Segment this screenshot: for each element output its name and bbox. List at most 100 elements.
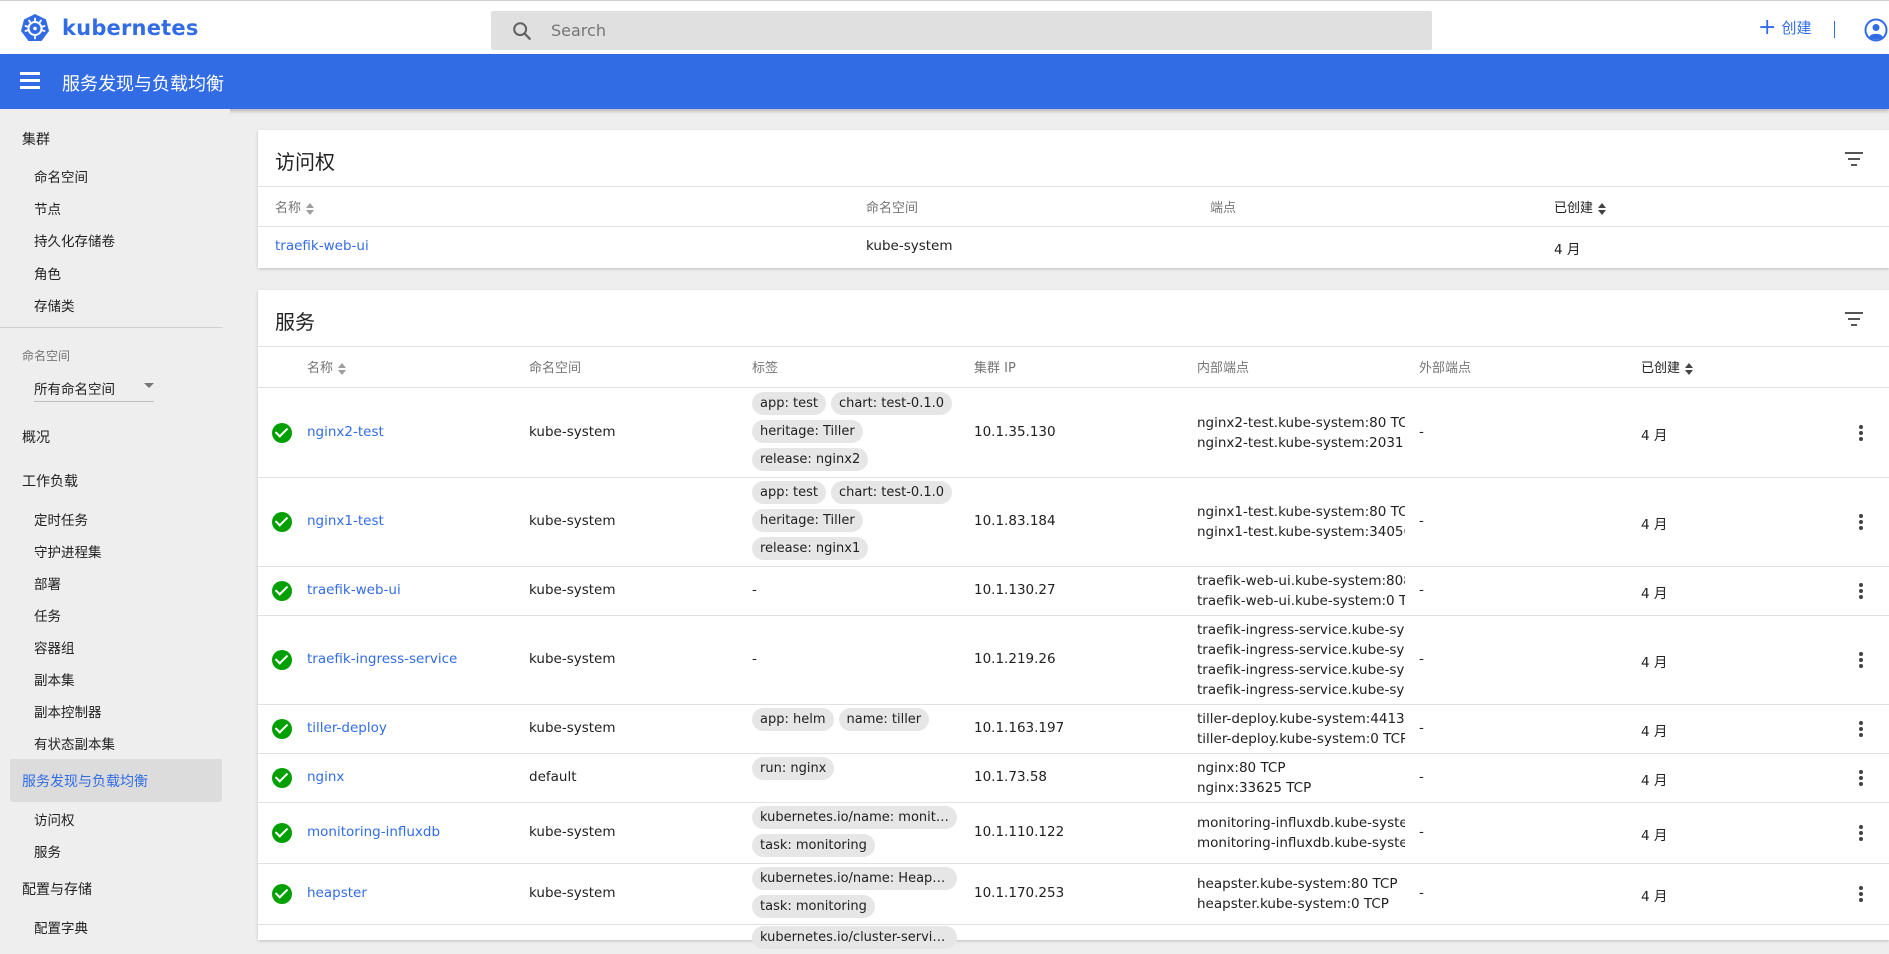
labels-cell: app: helm name: tiller bbox=[752, 708, 972, 736]
sidebar-section-discovery[interactable]: 服务发现与负载均衡 bbox=[22, 771, 148, 791]
internal-endpoints-cell: nginx:80 TCP nginx:33625 TCP bbox=[1197, 758, 1405, 798]
namespace-selector-label: 命名空间 bbox=[22, 349, 71, 363]
label-chip: kubernetes.io/name: monitoring-influxdb bbox=[752, 806, 957, 829]
more-vert-icon[interactable] bbox=[1859, 582, 1863, 599]
ingress-created: 4 月 bbox=[1554, 242, 1581, 258]
search-input[interactable] bbox=[551, 21, 1351, 40]
external-endpoints-cell: - bbox=[1419, 719, 1424, 736]
label-chip: release: nginx2 bbox=[752, 448, 869, 471]
column-header-name[interactable]: 名称 bbox=[307, 357, 347, 376]
sidebar-item-namespaces[interactable]: 命名空间 bbox=[34, 166, 88, 186]
sidebar-item-replication-controllers[interactable]: 副本控制器 bbox=[34, 701, 102, 721]
filter-icon[interactable] bbox=[1843, 312, 1865, 328]
internal-endpoints-cell: nginx2-test.kube-system:80 TCP nginx2-tes… bbox=[1197, 413, 1405, 453]
service-name-link[interactable]: monitoring-influxdb bbox=[307, 824, 440, 840]
sidebar-item-replica-sets[interactable]: 副本集 bbox=[34, 669, 75, 689]
sidebar-section-cluster[interactable]: 集群 bbox=[22, 129, 50, 149]
create-button[interactable]: + 创建 bbox=[1758, 14, 1811, 40]
divider bbox=[258, 226, 1889, 227]
more-vert-icon[interactable] bbox=[1859, 651, 1863, 668]
internal-endpoints-cell: nginx1-test.kube-system:80 TCP nginx1-tes… bbox=[1197, 502, 1405, 542]
labels-cell: app: test chart: test-0.1.0 heritage: Till… bbox=[752, 481, 972, 565]
sidebar-item-config-maps[interactable]: 配置字典 bbox=[34, 917, 88, 937]
sort-icon bbox=[1685, 362, 1694, 376]
sidebar-section-config-storage[interactable]: 配置与存储 bbox=[22, 879, 92, 899]
namespace-select-value: 所有命名空间 bbox=[34, 382, 115, 398]
service-namespace: kube-system bbox=[529, 823, 616, 840]
more-vert-icon[interactable] bbox=[1859, 824, 1863, 841]
sidebar-item-daemon-sets[interactable]: 守护进程集 bbox=[34, 541, 102, 561]
sidebar-item-deployments[interactable]: 部署 bbox=[34, 573, 61, 593]
internal-endpoints-cell: monitoring-influxdb.kube-system monitorin… bbox=[1197, 813, 1405, 853]
menu-icon[interactable] bbox=[20, 72, 42, 90]
sidebar-item-pods[interactable]: 容器组 bbox=[34, 637, 75, 657]
column-header-created[interactable]: 已创建 bbox=[1641, 357, 1694, 376]
service-created: 4 月 bbox=[1641, 723, 1668, 740]
label-chip: task: monitoring bbox=[752, 834, 875, 857]
sidebar-item-ingresses[interactable]: 访问权 bbox=[34, 809, 75, 829]
service-name-link[interactable]: traefik-ingress-service bbox=[307, 651, 457, 667]
sidebar-item-storage-classes[interactable]: 存储类 bbox=[34, 295, 75, 315]
labels-cell: kubernetes.io/name: Heapster task: monito… bbox=[752, 867, 972, 923]
sidebar-item-jobs[interactable]: 任务 bbox=[34, 605, 61, 625]
internal-endpoint: heapster.kube-system:0 TCP bbox=[1197, 895, 1389, 912]
service-name-link[interactable]: nginx2-test bbox=[307, 424, 384, 440]
label-chip: heritage: Tiller bbox=[752, 420, 863, 443]
column-header-name[interactable]: 名称 bbox=[275, 197, 315, 216]
ingress-name-link[interactable]: traefik-web-ui bbox=[275, 238, 369, 254]
more-vert-icon[interactable] bbox=[1859, 513, 1863, 530]
service-created: 4 月 bbox=[1641, 772, 1668, 789]
service-name-link[interactable]: tiller-deploy bbox=[307, 720, 387, 736]
ingress-card: 访问权 名称 命名空间 端点 已创建 traefik-web-ui kube-s… bbox=[258, 130, 1889, 268]
internal-endpoint: nginx:80 TCP bbox=[1197, 759, 1286, 776]
label-chip: kubernetes.io/name: Heapster bbox=[752, 867, 957, 890]
service-name-link[interactable]: traefik-web-ui bbox=[307, 582, 401, 598]
account-icon[interactable] bbox=[1864, 18, 1888, 42]
internal-endpoints-cell: tiller-deploy.kube-system:44134 TCP tille… bbox=[1197, 709, 1405, 749]
internal-endpoint: tiller-deploy.kube-system:0 TCP bbox=[1197, 730, 1405, 747]
external-endpoints-cell: - bbox=[1419, 768, 1424, 785]
service-cluster-ip: 10.1.83.184 bbox=[974, 512, 1056, 529]
sidebar-item-stateful-sets[interactable]: 有状态副本集 bbox=[34, 733, 115, 753]
sort-icon bbox=[306, 202, 315, 216]
sidebar-item-overview[interactable]: 概况 bbox=[22, 427, 50, 447]
label-chip: heritage: Tiller bbox=[752, 509, 863, 532]
sort-icon bbox=[1598, 202, 1607, 216]
plus-icon: + bbox=[1758, 14, 1777, 40]
internal-endpoint: traefik-ingress-service.kube-system bbox=[1197, 621, 1405, 638]
service-name-link[interactable]: nginx bbox=[307, 769, 344, 785]
check-circle-icon bbox=[272, 580, 292, 601]
service-name-link[interactable]: nginx1-test bbox=[307, 513, 384, 529]
toolbar-divider bbox=[1834, 21, 1835, 38]
sidebar-item-roles[interactable]: 角色 bbox=[34, 263, 61, 283]
divider bbox=[258, 346, 1889, 347]
page-title: 服务发现与负载均衡 bbox=[62, 74, 224, 95]
internal-endpoint: heapster.kube-system:80 TCP bbox=[1197, 875, 1398, 892]
more-vert-icon[interactable] bbox=[1859, 720, 1863, 737]
column-header-created[interactable]: 已创建 bbox=[1554, 197, 1607, 216]
service-cluster-ip: 10.1.163.197 bbox=[974, 719, 1065, 736]
more-vert-icon[interactable] bbox=[1859, 769, 1863, 786]
service-created: 4 月 bbox=[1641, 516, 1668, 533]
brand-logo[interactable]: kubernetes bbox=[20, 13, 199, 43]
external-endpoints-cell: - bbox=[1419, 823, 1424, 840]
filter-icon[interactable] bbox=[1843, 152, 1865, 168]
search-bar[interactable] bbox=[491, 11, 1432, 50]
sidebar-item-services[interactable]: 服务 bbox=[34, 841, 61, 861]
sidebar-section-workloads[interactable]: 工作负载 bbox=[22, 471, 78, 491]
namespace-select[interactable]: 所有命名空间 bbox=[34, 378, 154, 402]
service-cluster-ip: 10.1.170.253 bbox=[974, 884, 1065, 901]
sidebar-item-cron-jobs[interactable]: 定时任务 bbox=[34, 509, 88, 529]
more-vert-icon[interactable] bbox=[1859, 885, 1863, 902]
column-header-endpoints: 端点 bbox=[1210, 201, 1237, 216]
sidebar-item-persistent-volumes[interactable]: 持久化存储卷 bbox=[34, 230, 115, 250]
service-name-link[interactable]: heapster bbox=[307, 885, 367, 901]
label-chip: chart: test-0.1.0 bbox=[830, 392, 952, 415]
more-vert-icon[interactable] bbox=[1859, 424, 1863, 441]
sidebar-item-nodes[interactable]: 节点 bbox=[34, 198, 61, 218]
external-endpoints-cell: - bbox=[1419, 512, 1424, 529]
labels-cell: app: test chart: test-0.1.0 heritage: Till… bbox=[752, 392, 972, 476]
sidebar: 集群 命名空间 节点 持久化存储卷 角色 存储类 命名空间 所有命名空间 概况 … bbox=[0, 109, 230, 940]
top-bar: kubernetes + 创建 bbox=[0, 0, 1889, 54]
external-endpoints-cell: - bbox=[1419, 581, 1424, 598]
